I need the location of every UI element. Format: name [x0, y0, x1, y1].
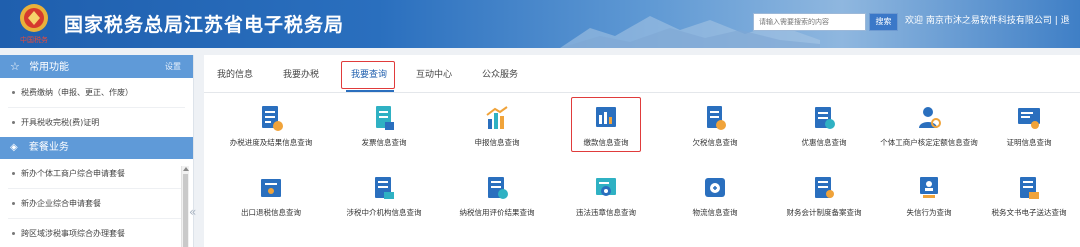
tile-label: 失信行为查询	[906, 208, 952, 217]
tile-accounting-query[interactable]: 财务会计制度备案查询	[769, 173, 879, 218]
package-business-header: ◈ 套餐业务	[0, 137, 193, 159]
tile-discount-query[interactable]: 优惠信息查询	[769, 103, 879, 148]
tile-label: 物流信息查询	[692, 208, 738, 217]
invoice-icon	[376, 106, 394, 130]
document-list-icon	[262, 106, 283, 131]
site-title: 国家税务总局江苏省电子税务局	[64, 14, 345, 36]
export-refund-icon	[261, 179, 281, 197]
tile-label: 纳税信用评价结果查询	[459, 208, 535, 217]
carousel-pager	[640, 237, 668, 247]
tile-label: 出口退税信息查询	[241, 208, 301, 217]
package-icon: ◈	[10, 142, 18, 153]
top-banner: 中国税务 国家税务总局江苏省电子税务局 搜索 欢迎 南京市沐之易软件科技有限公司…	[0, 0, 1080, 48]
tile-progress-result-query[interactable]: 办税进度及结果信息查询	[216, 103, 326, 148]
tile-dishonest-query[interactable]: 失信行为查询	[874, 173, 984, 218]
user-search-icon	[919, 107, 941, 128]
tile-label: 个体工商户核定定额信息查询	[880, 138, 978, 147]
svg-text:中国税务: 中国税务	[20, 35, 48, 44]
sidebar-item-label: 税费缴纳（申报、更正、作废）	[21, 88, 133, 97]
tile-logistics-query[interactable]: 物流信息查询	[660, 173, 770, 218]
tab-tax-handling[interactable]: 我要办税	[283, 67, 319, 83]
tile-label: 欠税信息查询	[692, 138, 738, 147]
tile-label: 缴款信息查询	[583, 138, 629, 147]
frequent-functions-title: 常用功能	[29, 62, 70, 73]
tile-label: 涉税中介机构信息查询	[346, 208, 422, 217]
sidebar-item-label: 开具税收完税(费)证明	[21, 118, 100, 127]
sidebar-item-label: 新办企业综合申请套餐	[21, 199, 101, 208]
main-panel: 我的信息 我要办税 我要查询 互动中心 公众服务 办税进度及结果信息查询 发票信…	[204, 55, 1080, 247]
active-tab-underline	[346, 90, 394, 92]
tile-certificate-query[interactable]: 证明信息查询	[974, 103, 1080, 148]
tile-agency-query[interactable]: 涉税中介机构信息查询	[329, 173, 439, 218]
tab-my-info[interactable]: 我的信息	[217, 67, 253, 83]
sidebar: ☆ 常用功能 设置 税费缴纳（申报、更正、作废） 开具税收完税(费)证明 ◈ 套…	[0, 55, 194, 247]
tile-label: 申报信息查询	[474, 138, 520, 147]
sidebar-item-new-enterprise[interactable]: 新办企业综合申请套餐	[0, 189, 193, 218]
bullet-icon	[12, 121, 15, 124]
welcome-text: 欢迎 南京市沐之易软件科技有限公司 | 退	[905, 16, 1070, 26]
tile-export-refund-query[interactable]: 出口退税信息查询	[216, 173, 326, 218]
frequent-functions-header: ☆ 常用功能 设置	[0, 55, 193, 78]
logistics-icon	[705, 178, 725, 197]
tile-label: 发票信息查询	[361, 138, 407, 147]
sidebar-item-label: 跨区域涉税事项综合办理套餐	[21, 229, 125, 238]
discount-icon	[815, 107, 835, 129]
certificate-icon	[1018, 108, 1040, 129]
tab-bar: 我的信息 我要办税 我要查询 互动中心 公众服务	[204, 55, 1080, 93]
collapse-sidebar-button[interactable]: «	[189, 205, 196, 219]
tile-individual-quota-query[interactable]: 个体工商户核定定额信息查询	[874, 103, 984, 148]
sidebar-item-label: 新办个体工商户综合申请套餐	[21, 169, 125, 178]
sidebar-item-tax-payment[interactable]: 税费缴纳（申报、更正、作废）	[0, 78, 193, 107]
bullet-icon	[12, 172, 15, 175]
bullet-icon	[12, 91, 15, 94]
violation-icon	[596, 178, 616, 196]
tax-emblem-logo: 中国税务	[20, 4, 48, 44]
tab-public-service[interactable]: 公众服务	[482, 67, 518, 83]
search-input[interactable]	[753, 13, 866, 31]
dishonest-icon	[920, 177, 938, 198]
sidebar-scrollbar[interactable]	[181, 166, 189, 247]
package-business-title: 套餐业务	[28, 142, 69, 153]
declaration-chart-icon	[486, 106, 508, 129]
tile-payment-query[interactable]: 缴款信息查询	[551, 103, 661, 148]
tab-interaction-center[interactable]: 互动中心	[416, 67, 452, 83]
arrears-icon	[707, 106, 726, 130]
tile-declaration-query[interactable]: 申报信息查询	[442, 103, 552, 148]
accounting-icon	[815, 177, 834, 198]
e-delivery-icon	[1020, 177, 1039, 199]
bullet-icon	[12, 202, 15, 205]
tile-e-delivery-query[interactable]: 税务文书电子送达查询	[974, 173, 1080, 218]
tile-invoice-query[interactable]: 发票信息查询	[329, 103, 439, 148]
tab-highlight-box	[341, 61, 395, 89]
bullet-icon	[12, 232, 15, 235]
tile-arrears-query[interactable]: 欠税信息查询	[660, 103, 770, 148]
tile-credit-query[interactable]: 纳税信用评价结果查询	[442, 173, 552, 218]
tile-label: 税务文书电子送达查询	[991, 208, 1067, 217]
settings-link[interactable]: 设置	[165, 55, 181, 78]
tile-label: 证明信息查询	[1006, 138, 1052, 147]
sidebar-item-tax-certificate[interactable]: 开具税收完税(费)证明	[0, 108, 193, 137]
tile-label: 办税进度及结果信息查询	[229, 138, 313, 147]
payment-chart-icon	[596, 107, 616, 127]
credit-icon	[488, 177, 508, 199]
star-icon: ☆	[10, 60, 20, 73]
search-button[interactable]: 搜索	[869, 13, 898, 31]
agency-icon	[375, 177, 394, 199]
sidebar-item-new-individual-business[interactable]: 新办个体工商户综合申请套餐	[0, 159, 193, 188]
tile-violation-query[interactable]: 违法违章信息查询	[551, 173, 661, 218]
sidebar-item-cross-region[interactable]: 跨区域涉税事项综合办理套餐	[0, 219, 193, 247]
scroll-up-arrow-icon[interactable]	[183, 167, 189, 171]
tile-label: 财务会计制度备案查询	[786, 208, 862, 217]
tile-label: 违法违章信息查询	[576, 208, 636, 217]
scrollbar-thumb[interactable]	[183, 174, 188, 247]
tile-label: 优惠信息查询	[801, 138, 847, 147]
